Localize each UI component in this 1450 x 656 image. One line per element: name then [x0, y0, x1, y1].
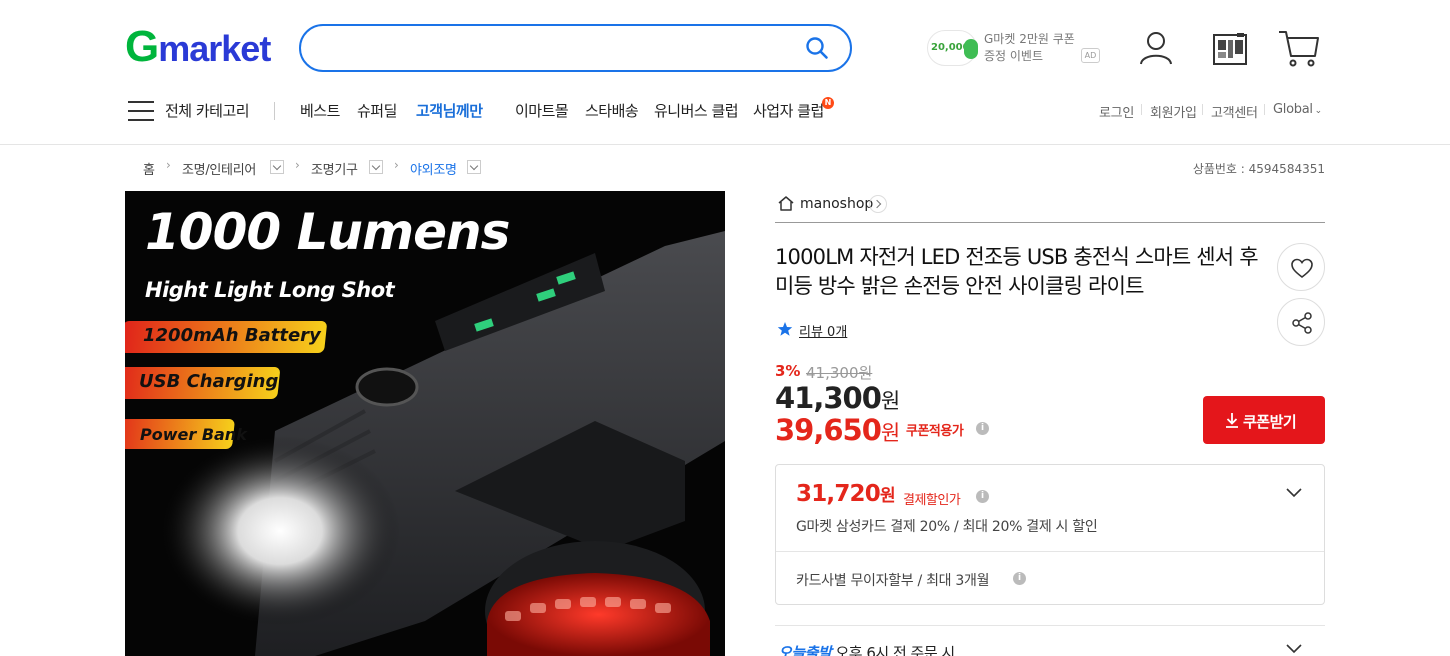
chevron-down-icon[interactable] [1285, 640, 1303, 656]
wishlist-button[interactable] [1277, 243, 1325, 291]
customer-center-link[interactable]: 고객센터 [1211, 102, 1258, 121]
chevron-down-icon: ⌄ [1314, 106, 1323, 116]
login-link[interactable]: 로그인 [1099, 102, 1134, 121]
util-divider [1202, 104, 1203, 115]
nav-all-categories[interactable]: 전체 카테고리 [165, 100, 250, 121]
nav-item-superdeal[interactable]: 슈퍼딜 [357, 100, 397, 121]
util-divider [1264, 104, 1265, 115]
header-divider [0, 144, 1450, 145]
share-icon [1292, 312, 1312, 334]
chevron-right-icon: › [166, 158, 171, 172]
image-tag-powerbank: Power Bank [140, 425, 247, 444]
nav-item-star-delivery[interactable]: 스타배송 [585, 100, 639, 121]
payment-discount-price: 31,720원 [796, 481, 896, 507]
sale-price: 41,300원 [775, 381, 900, 415]
nav-item-for-you[interactable]: 고객님께만 [416, 100, 483, 121]
util-divider [1141, 104, 1142, 115]
shop-divider [775, 222, 1325, 223]
user-icon[interactable] [1139, 30, 1173, 66]
download-icon [1226, 413, 1238, 428]
product-image[interactable]: 1000 Lumens Hight Light Long Shot 1200mA… [125, 191, 725, 656]
global-link[interactable]: Global ⌄ [1273, 102, 1322, 117]
gmarket-logo[interactable]: Gmarket [125, 25, 271, 69]
breadcrumb-lighting-fixtures[interactable]: 조명기구 [311, 159, 358, 178]
nav-item-best[interactable]: 베스트 [300, 100, 340, 121]
info-icon[interactable]: i [1013, 572, 1026, 585]
coupon-dot-icon [964, 39, 978, 59]
image-subline: Hight Light Long Shot [145, 278, 395, 302]
ad-label: AD [1081, 48, 1100, 63]
nav-item-universe-club[interactable]: 유니버스 클럽 [654, 100, 739, 121]
review-count-link[interactable]: 리뷰 0개 [799, 321, 847, 340]
discount-percent: 3% [775, 362, 801, 380]
image-tag-battery: 1200mAh Battery [143, 325, 321, 346]
ad-banner-text[interactable]: G마켓 2만원 쿠폰 증정 이벤트 [984, 31, 1084, 65]
product-id: 상품번호 : 4594584351 [1192, 162, 1325, 176]
original-price: 41,300원 [806, 364, 873, 382]
share-button[interactable] [1277, 298, 1325, 346]
chevron-right-icon: › [394, 158, 399, 172]
recent-items-icon[interactable] [1211, 30, 1249, 66]
nav-item-business-club[interactable]: 사업자 클럽 [753, 100, 824, 121]
shop-arrow-button[interactable] [869, 195, 887, 213]
breadcrumb-lighting-interior[interactable]: 조명/인테리어 [182, 159, 256, 178]
info-icon[interactable]: i [976, 490, 989, 503]
installment-info: 카드사별 무이자할부 / 최대 3개월 [796, 573, 990, 589]
info-icon[interactable]: i [976, 422, 989, 435]
image-tag-usb: USB Charging [139, 371, 279, 392]
coupon-price: 39,650원 [775, 413, 900, 447]
nav-item-emart[interactable]: 이마트몰 [515, 100, 569, 121]
search-icon[interactable] [805, 36, 829, 60]
nav-divider [274, 102, 275, 120]
breadcrumb-dropdown[interactable] [369, 160, 383, 174]
signup-link[interactable]: 회원가입 [1150, 102, 1197, 121]
heart-icon [1291, 258, 1313, 279]
image-headline: 1000 Lumens [145, 203, 510, 261]
chevron-right-icon: › [295, 158, 300, 172]
shop-name-link[interactable]: manoshop [800, 196, 873, 212]
product-title: 1000LM 자전거 LED 전조등 USB 충전식 스마트 센서 후미등 방수… [775, 245, 1259, 298]
cart-icon[interactable] [1278, 28, 1320, 68]
breadcrumb-dropdown[interactable] [270, 160, 284, 174]
ad-coupon-badge[interactable]: 20,000 [927, 30, 978, 66]
search-input[interactable] [299, 24, 852, 72]
payment-discount-description: G마켓 삼성카드 결제 20% / 최대 20% 결제 시 할인 [796, 519, 1098, 535]
payment-discount-label: 결제할인가 [903, 493, 961, 508]
delivery-divider [775, 625, 1325, 626]
coupon-price-label: 쿠폰적용가 [906, 424, 964, 439]
delivery-info[interactable]: 오늘출발 오후 6시 전 주문 시 [778, 642, 955, 656]
new-badge: N [822, 97, 834, 109]
breadcrumb-dropdown[interactable] [467, 160, 481, 174]
home-icon [778, 196, 794, 211]
payment-divider [776, 551, 1324, 552]
star-icon [777, 322, 793, 336]
get-coupon-button[interactable]: 쿠폰받기 [1203, 396, 1325, 444]
breadcrumb-outdoor-lighting[interactable]: 야외조명 [410, 159, 457, 178]
chevron-down-icon[interactable] [1285, 484, 1303, 502]
menu-icon[interactable] [128, 101, 154, 121]
breadcrumb-home[interactable]: 홈 [143, 159, 155, 178]
